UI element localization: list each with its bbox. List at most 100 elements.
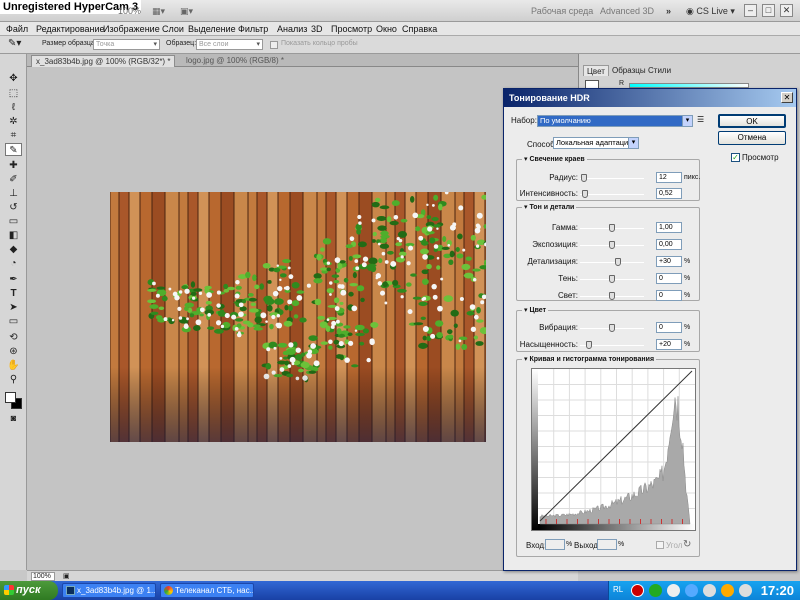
tray-app-icon[interactable] xyxy=(649,584,662,597)
sample-size-select[interactable]: Точка xyxy=(93,39,160,50)
dialog-close-button[interactable]: ✕ xyxy=(781,92,793,103)
eyedropper-tool-icon[interactable]: ✎ xyxy=(5,143,22,156)
color-slider[interactable] xyxy=(580,324,644,332)
tray-app-icon[interactable] xyxy=(667,584,680,597)
network-icon[interactable] xyxy=(685,584,698,597)
clone-stamp-tool-icon[interactable]: ⊥ xyxy=(5,187,22,200)
move-tool-icon[interactable]: ✥ xyxy=(5,72,22,85)
foreground-color-swatch[interactable] xyxy=(5,392,16,403)
reset-curve-icon[interactable]: ↻ xyxy=(683,539,691,550)
shape-tool-icon[interactable]: ▭ xyxy=(5,315,22,328)
edge-glow-slider[interactable] xyxy=(580,174,644,182)
tone-detail-value-field[interactable]: 0 xyxy=(656,273,682,284)
language-indicator[interactable]: RL xyxy=(613,585,623,594)
healing-brush-tool-icon[interactable]: ✚ xyxy=(5,159,22,172)
output-field[interactable] xyxy=(597,539,617,550)
edge-glow-value-field[interactable]: 12 xyxy=(656,172,682,183)
workspace-menu-icon[interactable]: » xyxy=(666,4,671,18)
tone-detail-slider[interactable] xyxy=(580,241,644,249)
3d-rotate-tool-icon[interactable]: ⟲ xyxy=(5,331,22,344)
menu-view[interactable]: Просмотр xyxy=(331,23,372,35)
slider-thumb[interactable] xyxy=(609,292,615,300)
close-button[interactable]: ✕ xyxy=(780,4,793,17)
preset-menu-icon[interactable]: ☰ xyxy=(697,115,704,124)
pen-tool-icon[interactable]: ✒ xyxy=(5,273,22,286)
corner-checkbox[interactable] xyxy=(656,541,664,549)
slider-thumb[interactable] xyxy=(609,275,615,283)
crop-tool-icon[interactable]: ⌗ xyxy=(5,129,22,142)
tab-document-2[interactable]: logo.jpg @ 100% (RGB/8) * xyxy=(182,55,288,67)
tab-color-panel[interactable]: Цвет xyxy=(583,65,609,76)
volume-icon[interactable] xyxy=(703,584,716,597)
3d-orbit-tool-icon[interactable]: ⊛ xyxy=(5,345,22,358)
brush-tool-icon[interactable]: ✐ xyxy=(5,173,22,186)
cancel-button[interactable]: Отмена xyxy=(718,131,786,145)
slider-thumb[interactable] xyxy=(609,241,615,249)
input-field[interactable] xyxy=(545,539,565,550)
menu-analysis[interactable]: Анализ xyxy=(277,23,307,35)
status-zoom-input[interactable]: 100% xyxy=(31,572,55,581)
eraser-tool-icon[interactable]: ▭ xyxy=(5,215,22,228)
screen-mode-icon[interactable]: ▣▾ xyxy=(180,4,202,18)
tone-detail-value-field[interactable]: 1,00 xyxy=(656,222,682,233)
arrange-documents-icon[interactable]: ▦▾ xyxy=(152,4,174,18)
cs-live-button[interactable]: ◉ CS Live ▾ xyxy=(686,4,735,18)
quick-select-tool-icon[interactable]: ✲ xyxy=(5,115,22,128)
tone-detail-slider[interactable] xyxy=(580,258,644,266)
zoom-level-select[interactable]: 100% xyxy=(118,4,141,18)
menu-3d[interactable]: 3D xyxy=(311,23,323,35)
color-slider[interactable] xyxy=(580,341,644,349)
tab-document-1[interactable]: x_3ad83b4b.jpg @ 100% (RGB/32*) * xyxy=(31,55,176,67)
edge-glow-value-field[interactable]: 0,52 xyxy=(656,188,682,199)
quick-mask-icon[interactable]: ◙ xyxy=(5,412,22,425)
maximize-button[interactable]: □ xyxy=(762,4,775,17)
record-icon[interactable] xyxy=(631,584,644,597)
method-select[interactable]: Локальная адаптация ▾ xyxy=(553,137,639,149)
minimize-button[interactable]: – xyxy=(744,4,757,17)
menu-edit[interactable]: Редактирование xyxy=(36,23,105,35)
ok-button[interactable]: OK xyxy=(718,114,786,128)
eyedropper-tool-icon[interactable]: ✎▾ xyxy=(8,38,21,49)
tone-detail-value-field[interactable]: 0,00 xyxy=(656,239,682,250)
menu-image[interactable]: Изображение xyxy=(103,23,160,35)
menu-window[interactable]: Окно xyxy=(376,23,397,35)
slider-thumb[interactable] xyxy=(609,324,615,332)
menu-layers[interactable]: Слои xyxy=(162,23,184,35)
blur-tool-icon[interactable]: ◆ xyxy=(5,243,22,256)
menu-select[interactable]: Выделение xyxy=(188,23,236,35)
gradient-tool-icon[interactable]: ◧ xyxy=(5,229,22,242)
slider-thumb[interactable] xyxy=(585,341,592,349)
status-info-icon[interactable]: ▣ xyxy=(63,572,70,580)
menu-filter[interactable]: Фильтр xyxy=(238,23,268,35)
color-value-field[interactable]: 0 xyxy=(656,322,682,333)
preview-checkbox[interactable]: ✓ xyxy=(731,153,740,162)
edge-glow-slider[interactable] xyxy=(580,190,644,198)
dodge-tool-icon[interactable]: ◔ xyxy=(5,257,22,270)
menu-file[interactable]: Файл xyxy=(6,23,28,35)
tab-styles-panel[interactable]: Стили xyxy=(645,65,674,76)
tone-detail-value-field[interactable]: 0 xyxy=(656,290,682,301)
marquee-tool-icon[interactable]: ⬚ xyxy=(5,87,22,100)
workspace-button[interactable]: Рабочая среда xyxy=(531,4,593,18)
lasso-tool-icon[interactable]: ℓ xyxy=(5,101,22,114)
zoom-tool-icon[interactable]: ⚲ xyxy=(5,373,22,386)
task-photoshop[interactable]: x_3ad83b4b.jpg @ 1... xyxy=(62,583,156,598)
hand-tool-icon[interactable]: ✋ xyxy=(5,359,22,372)
tone-detail-slider[interactable] xyxy=(580,292,644,300)
slider-thumb[interactable] xyxy=(581,174,588,182)
color-value-field[interactable]: +20 xyxy=(656,339,682,350)
tone-detail-value-field[interactable]: +30 xyxy=(656,256,682,267)
path-select-tool-icon[interactable]: ➤ xyxy=(5,301,22,314)
tray-app-icon[interactable] xyxy=(739,584,752,597)
show-ring-checkbox[interactable] xyxy=(270,41,278,49)
history-brush-tool-icon[interactable]: ↺ xyxy=(5,201,22,214)
tab-swatches-panel[interactable]: Образцы xyxy=(609,65,649,76)
task-browser[interactable]: Телеканал СТБ, нас... xyxy=(160,583,254,598)
menu-help[interactable]: Справка xyxy=(402,23,437,35)
preset-select[interactable]: По умолчанию ▾ xyxy=(537,115,693,127)
tone-curve-graph[interactable] xyxy=(531,368,696,531)
document-canvas[interactable] xyxy=(27,67,578,570)
tone-detail-slider[interactable] xyxy=(580,275,644,283)
tray-app-icon[interactable] xyxy=(721,584,734,597)
slider-thumb[interactable] xyxy=(614,258,621,266)
